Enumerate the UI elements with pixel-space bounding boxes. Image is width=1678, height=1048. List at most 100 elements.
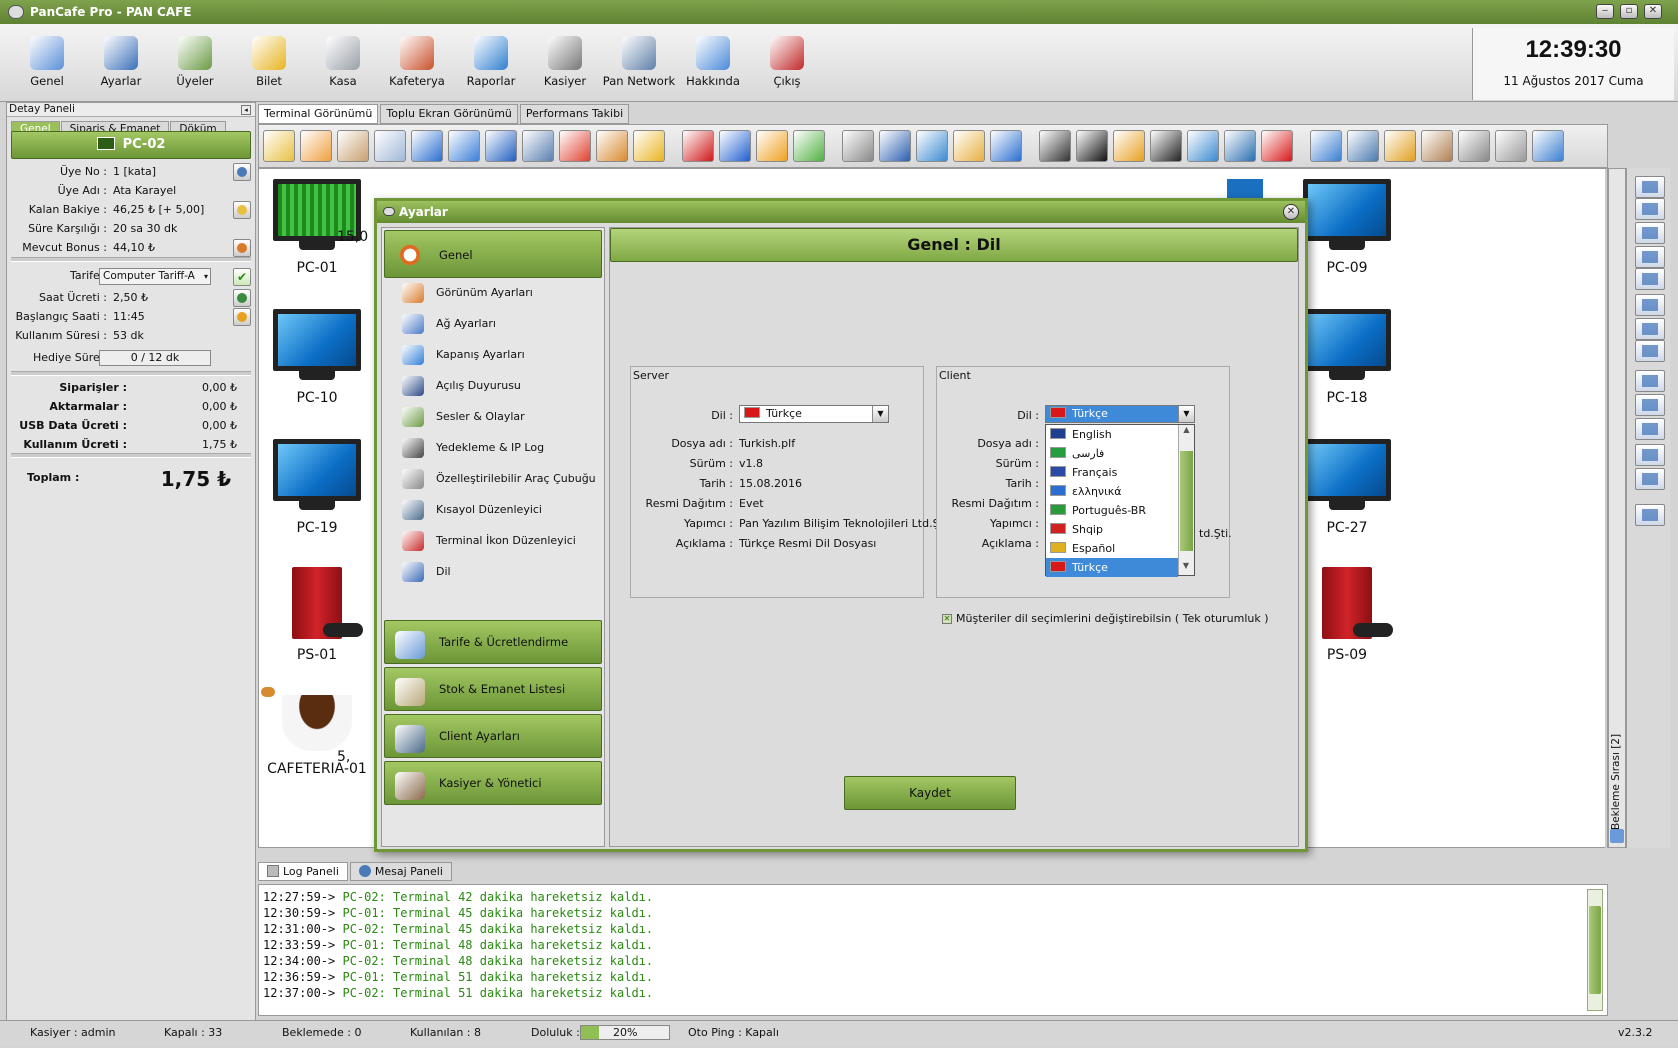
view-mode-button[interactable] <box>1635 340 1665 362</box>
nav-group[interactable]: Stok & Emanet Listesi <box>384 667 602 711</box>
view-mode-button[interactable] <box>1635 222 1665 244</box>
main-button-0[interactable]: Genel <box>10 24 84 102</box>
view-mode-button[interactable] <box>1635 504 1665 526</box>
close-window-button[interactable]: ✕ <box>1644 4 1662 19</box>
settings-icon[interactable] <box>1384 130 1416 162</box>
terminal-pc-10[interactable]: PC-10 <box>267 299 367 423</box>
language-option[interactable]: English <box>1046 425 1178 444</box>
edit-icon[interactable] <box>263 130 295 162</box>
usb-icon[interactable] <box>1187 130 1219 162</box>
tab-message-panel[interactable]: Mesaj Paneli <box>349 862 452 881</box>
lan-icon[interactable] <box>1532 130 1564 162</box>
vnc-icon[interactable] <box>842 130 874 162</box>
burger-icon[interactable] <box>596 130 628 162</box>
usb-block-icon[interactable] <box>1224 130 1256 162</box>
terminal-ps-09[interactable]: PS-09 <box>1297 559 1397 683</box>
view-mode-button[interactable] <box>1635 444 1665 466</box>
main-button-1[interactable]: Ayarlar <box>84 24 158 102</box>
nav-group[interactable]: Client Ayarları <box>384 714 602 758</box>
close-session-icon[interactable] <box>522 130 554 162</box>
terminal-icon[interactable] <box>1076 130 1108 162</box>
language-option[interactable]: Shqip <box>1046 520 1178 539</box>
search-folder-icon[interactable] <box>953 130 985 162</box>
nav-item[interactable]: Terminal İkon Düzenleyici <box>402 530 592 552</box>
nav-group[interactable]: Kasiyer & Yönetici <box>384 761 602 805</box>
tarife-select[interactable]: Computer Tariff-A ▾ <box>99 268 211 285</box>
windows-icon[interactable] <box>1310 130 1342 162</box>
search-member-button[interactable] <box>233 163 251 181</box>
main-button-3[interactable]: Bilet <box>232 24 306 102</box>
nav-item[interactable]: Dil <box>402 561 592 583</box>
allow-client-language-checkbox[interactable]: ✕ <box>942 614 952 624</box>
terminal-ps-01[interactable]: PS-01 <box>267 559 367 683</box>
tab-bulk-screen-view[interactable]: Toplu Ekran Görünümü <box>380 104 518 124</box>
server-language-select[interactable]: Türkçe ▼ <box>739 405 889 423</box>
language-option[interactable]: Português-BR <box>1046 501 1178 520</box>
nav-item[interactable]: Kısayol Düzenleyici <box>402 499 592 521</box>
terminal-pc-18[interactable]: PC-18 <box>1297 299 1397 423</box>
nav-item[interactable]: Özelleştirilebilir Araç Çubuğu <box>402 468 596 490</box>
nav-item[interactable]: Görünüm Ayarları <box>402 282 592 304</box>
language-option[interactable]: Français <box>1046 463 1178 482</box>
language-option[interactable]: Türkçe <box>1046 558 1178 577</box>
tab-terminal-view[interactable]: Terminal Görünümü <box>258 104 379 124</box>
language-option[interactable]: فارسی <box>1046 444 1178 463</box>
main-button-6[interactable]: Raporlar <box>454 24 528 102</box>
refresh-icon[interactable] <box>756 130 788 162</box>
view-mode-button[interactable] <box>1635 394 1665 416</box>
nav-group[interactable]: Tarife & Ücretlendirme <box>384 620 602 664</box>
disk-icon[interactable] <box>1421 130 1453 162</box>
gift-icon[interactable] <box>559 130 591 162</box>
terminal-pc-09[interactable]: PC-09 <box>1297 169 1397 293</box>
volume-icon[interactable] <box>990 130 1022 162</box>
nav-item[interactable]: Yedekleme & IP Log <box>402 437 592 459</box>
view-mode-button[interactable] <box>1635 468 1665 490</box>
pause-icon[interactable] <box>411 130 443 162</box>
view-mode-button[interactable] <box>1635 268 1665 290</box>
play-icon[interactable] <box>793 130 825 162</box>
main-button-5[interactable]: Kafeterya <box>380 24 454 102</box>
network-card-icon[interactable] <box>1458 130 1490 162</box>
nav-item[interactable]: Açılış Duyurusu <box>402 375 592 397</box>
client-language-select[interactable]: Türkçe ▼ <box>1045 405 1195 423</box>
parking-icon[interactable] <box>1150 130 1182 162</box>
users-icon[interactable] <box>337 130 369 162</box>
edit-start-button[interactable] <box>233 308 251 326</box>
free-icon[interactable] <box>300 130 332 162</box>
save-button[interactable]: Kaydet <box>844 776 1016 810</box>
maximize-button[interactable]: ▫ <box>1620 4 1638 19</box>
language-option[interactable]: Español <box>1046 539 1178 558</box>
main-button-4[interactable]: Kasa <box>306 24 380 102</box>
minimize-button[interactable]: ‒ <box>1596 4 1614 19</box>
view-mode-button[interactable] <box>1635 246 1665 268</box>
dropdown-scrollbar[interactable]: ▲ ▼ <box>1178 425 1194 575</box>
dialog-close-button[interactable]: ✕ <box>1283 204 1299 220</box>
power-off-icon[interactable] <box>682 130 714 162</box>
language-option[interactable]: ελληνικά <box>1046 482 1178 501</box>
rate-button[interactable] <box>233 289 251 307</box>
restart-icon[interactable] <box>719 130 751 162</box>
log-scrollbar[interactable] <box>1587 889 1603 1011</box>
view-mode-button[interactable] <box>1635 294 1665 316</box>
confirm-tarife-button[interactable]: ✔ <box>233 268 251 286</box>
sync-icon[interactable] <box>916 130 948 162</box>
view-mode-button[interactable] <box>1635 370 1665 392</box>
nav-item[interactable]: Sesler & Olaylar <box>402 406 592 428</box>
bonus-button[interactable] <box>233 239 251 257</box>
block-icon[interactable] <box>1261 130 1293 162</box>
nav-item[interactable]: Kapanış Ayarları <box>402 344 592 366</box>
tab-performance[interactable]: Performans Takibi <box>519 104 630 124</box>
remote-icon[interactable] <box>879 130 911 162</box>
terminal-pc-19[interactable]: PC-19 <box>267 429 367 553</box>
nav-group-genel[interactable]: Genel <box>384 230 602 278</box>
panel-collapse-button[interactable]: ◂ <box>241 105 251 115</box>
dialog-menu-icon[interactable] <box>383 207 395 216</box>
console-icon[interactable] <box>1039 130 1071 162</box>
main-button-7[interactable]: Kasiyer <box>528 24 602 102</box>
view-mode-button[interactable] <box>1635 176 1665 198</box>
nav-item[interactable]: Ağ Ayarları <box>402 313 592 335</box>
list-icon[interactable] <box>1347 130 1379 162</box>
main-button-10[interactable]: Çıkış <box>750 24 824 102</box>
terminal-pc-01[interactable]: PC-01 15,0 <box>267 169 368 293</box>
stop-icon[interactable] <box>485 130 517 162</box>
